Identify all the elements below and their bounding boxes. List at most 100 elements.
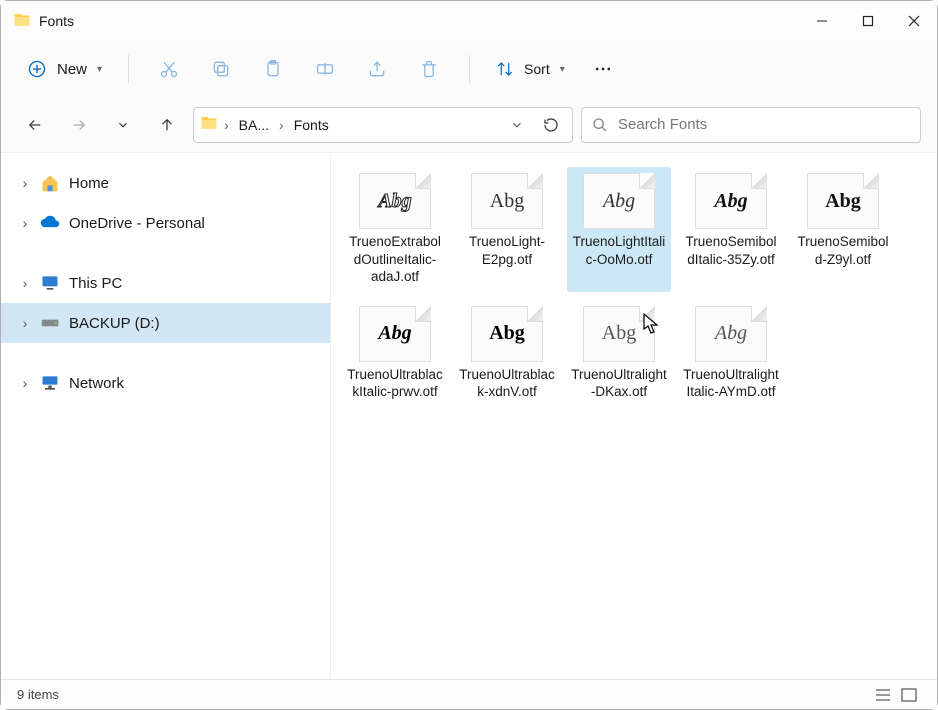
sidebar-item-label: OneDrive - Personal	[69, 215, 205, 232]
sort-icon	[496, 60, 514, 78]
separator	[469, 55, 470, 83]
address-bar[interactable]: › BA... › Fonts	[193, 107, 573, 143]
maximize-button[interactable]	[845, 1, 891, 41]
toolbar: New ▾ Sort ▾	[1, 41, 937, 97]
forward-button[interactable]	[61, 107, 97, 143]
font-thumbnail: Abg	[471, 306, 543, 362]
breadcrumb-item[interactable]: BA...	[235, 113, 273, 137]
font-thumbnail: Abg	[359, 173, 431, 229]
sidebar-item[interactable]: › This PC	[1, 263, 330, 303]
refresh-button[interactable]	[536, 110, 566, 140]
file-item[interactable]: Abg TruenoUltralightItalic-AYmD.otf	[679, 300, 783, 407]
network-icon	[39, 373, 61, 393]
icons-view-button[interactable]	[897, 684, 921, 706]
font-preview-glyph: Abg	[602, 322, 636, 345]
font-preview-glyph: Abg	[378, 322, 411, 345]
file-name: TruenoSemiboldItalic-35Zy.otf	[683, 233, 779, 268]
file-item[interactable]: Abg TruenoSemibold-Z9yl.otf	[791, 167, 895, 292]
sidebar-item[interactable]: › OneDrive - Personal	[1, 203, 330, 243]
chevron-right-icon[interactable]: ›	[19, 275, 31, 291]
window-title: Fonts	[39, 13, 74, 29]
font-thumbnail: Abg	[359, 306, 431, 362]
content-area: › Home › OneDrive - Personal › This PC › BACKUP…	[1, 153, 937, 679]
folder-icon	[13, 11, 31, 32]
sidebar-item-label: Home	[69, 175, 109, 192]
item-count: 9 items	[17, 687, 59, 702]
file-name: TruenoUltrablack-xdnV.otf	[459, 366, 555, 401]
font-preview-glyph: Abg	[603, 190, 635, 213]
chevron-right-icon[interactable]: ›	[19, 315, 31, 331]
file-name: TruenoUltrablackItalic-prwv.otf	[347, 366, 443, 401]
new-button[interactable]: New ▾	[17, 53, 112, 85]
font-thumbnail: Abg	[807, 173, 879, 229]
chevron-right-icon[interactable]: ›	[222, 117, 231, 133]
font-thumbnail: Abg	[583, 173, 655, 229]
drive-icon	[39, 313, 61, 333]
search-box[interactable]	[581, 107, 921, 143]
font-preview-glyph: Abg	[714, 190, 747, 213]
rename-button[interactable]	[301, 49, 349, 89]
minimize-button[interactable]	[799, 1, 845, 41]
file-name: TruenoLight-E2pg.otf	[459, 233, 555, 268]
nav-row: › BA... › Fonts	[1, 97, 937, 153]
chevron-right-icon[interactable]: ›	[19, 215, 31, 231]
file-grid[interactable]: Abg TruenoExtraboldOutlineItalic-adaJ.otf…	[331, 153, 937, 679]
font-preview-glyph: Abg	[490, 190, 524, 213]
share-button[interactable]	[353, 49, 401, 89]
font-preview-glyph: Abg	[489, 322, 525, 345]
cut-button[interactable]	[145, 49, 193, 89]
up-button[interactable]	[149, 107, 185, 143]
sidebar-item[interactable]: › BACKUP (D:)	[1, 303, 330, 343]
file-item[interactable]: Abg TruenoUltrablackItalic-prwv.otf	[343, 300, 447, 407]
copy-button[interactable]	[197, 49, 245, 89]
font-preview-glyph: Abg	[715, 322, 747, 345]
titlebar: Fonts	[1, 1, 937, 41]
chevron-right-icon[interactable]: ›	[277, 117, 286, 133]
file-name: TruenoUltralight-DKax.otf	[571, 366, 667, 401]
font-thumbnail: Abg	[583, 306, 655, 362]
home-icon	[39, 173, 61, 193]
file-item[interactable]: Abg TruenoExtraboldOutlineItalic-adaJ.otf	[343, 167, 447, 292]
chevron-right-icon[interactable]: ›	[19, 175, 31, 191]
sidebar-item[interactable]: › Network	[1, 363, 330, 403]
chevron-down-icon: ▾	[560, 64, 565, 75]
file-name: TruenoLightItalic-OoMo.otf	[571, 233, 667, 268]
font-preview-glyph: Abg	[825, 190, 861, 213]
font-thumbnail: Abg	[695, 173, 767, 229]
paste-button[interactable]	[249, 49, 297, 89]
file-name: TruenoExtraboldOutlineItalic-adaJ.otf	[347, 233, 443, 286]
more-button[interactable]	[579, 49, 627, 89]
delete-button[interactable]	[405, 49, 453, 89]
file-item[interactable]: Abg TruenoUltralight-DKax.otf	[567, 300, 671, 407]
sidebar-item[interactable]: › Home	[1, 163, 330, 203]
file-item[interactable]: Abg TruenoLightItalic-OoMo.otf	[567, 167, 671, 292]
search-icon	[592, 117, 608, 133]
sidebar: › Home › OneDrive - Personal › This PC › BACKUP…	[1, 153, 331, 679]
chevron-down-icon: ▾	[97, 64, 102, 75]
font-thumbnail: Abg	[695, 306, 767, 362]
details-view-button[interactable]	[871, 684, 895, 706]
file-name: TruenoSemibold-Z9yl.otf	[795, 233, 891, 268]
onedrive-icon	[39, 213, 61, 233]
sidebar-item-label: BACKUP (D:)	[69, 315, 160, 332]
pc-icon	[39, 273, 61, 293]
folder-icon	[200, 114, 218, 135]
sidebar-item-label: This PC	[69, 275, 122, 292]
new-button-label: New	[57, 61, 87, 78]
breadcrumb-item[interactable]: Fonts	[290, 113, 333, 137]
sort-button[interactable]: Sort ▾	[486, 54, 575, 84]
plus-circle-icon	[27, 59, 47, 79]
recent-locations-button[interactable]	[105, 107, 141, 143]
sidebar-item-label: Network	[69, 375, 124, 392]
file-item[interactable]: Abg TruenoUltrablack-xdnV.otf	[455, 300, 559, 407]
status-bar: 9 items	[1, 679, 937, 709]
close-button[interactable]	[891, 1, 937, 41]
address-dropdown-button[interactable]	[502, 110, 532, 140]
search-input[interactable]	[618, 116, 910, 133]
file-item[interactable]: Abg TruenoLight-E2pg.otf	[455, 167, 559, 292]
chevron-right-icon[interactable]: ›	[19, 375, 31, 391]
file-item[interactable]: Abg TruenoSemiboldItalic-35Zy.otf	[679, 167, 783, 292]
font-preview-glyph: Abg	[378, 190, 411, 213]
back-button[interactable]	[17, 107, 53, 143]
file-name: TruenoUltralightItalic-AYmD.otf	[683, 366, 779, 401]
